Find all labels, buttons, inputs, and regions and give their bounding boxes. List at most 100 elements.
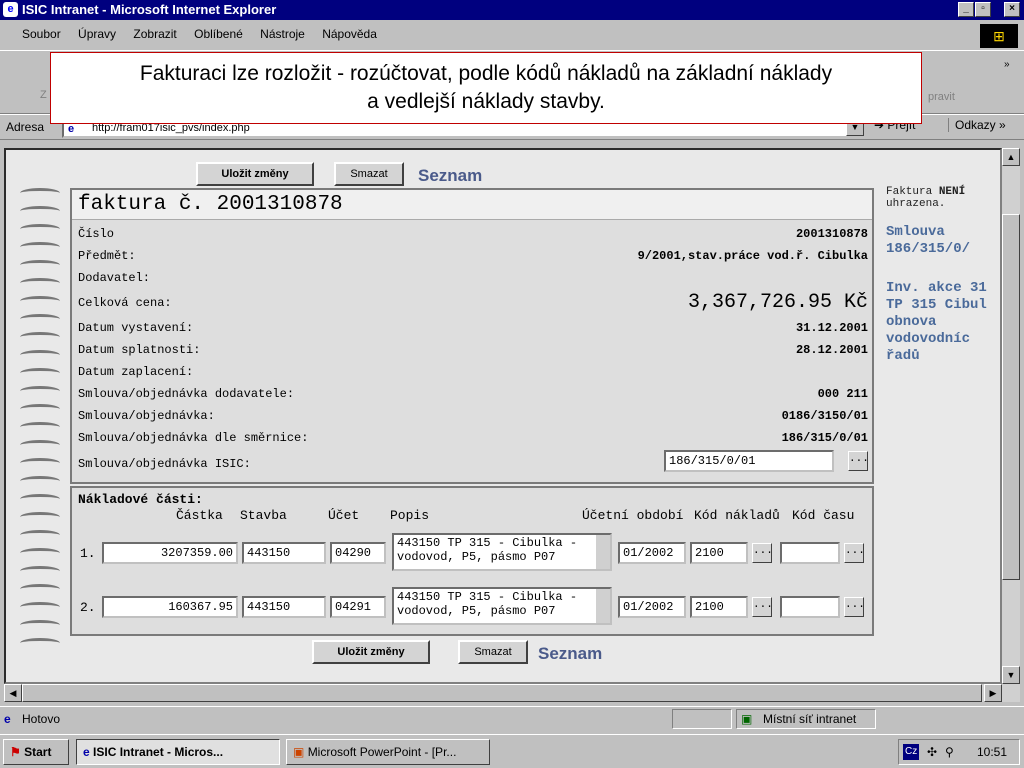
h-scroll-thumb[interactable] — [22, 684, 982, 702]
popis-line-2: vodovod, P5, pásmo P07 — [397, 604, 556, 618]
menu-bar: Soubor Úpravy Zobrazit Oblíbené Nástroje… — [0, 22, 1024, 46]
field-value: 2001310878 — [795, 227, 868, 241]
obdobi-input[interactable]: 01/2002 — [618, 596, 686, 618]
field-label: Celková cena: — [78, 296, 172, 310]
amount-input[interactable]: 160367.95 — [102, 596, 238, 618]
investment-action-link[interactable]: Inv. akce 31 TP 315 Cibul obnova vodovod… — [886, 280, 1000, 365]
language-indicator[interactable]: Cz — [903, 744, 920, 760]
field-row: Datum zaplacení: — [78, 362, 868, 382]
kod-casu-browse-button[interactable]: ... — [844, 543, 865, 563]
menu-nastroje[interactable]: Nástroje — [260, 27, 305, 41]
field-value: 28.12.2001 — [795, 343, 868, 357]
list-link-bottom[interactable]: Seznam — [538, 644, 602, 664]
chevron-right-icon[interactable]: » — [1004, 59, 1010, 70]
ie-task-icon: e — [83, 745, 90, 759]
popis-line-2: vodovod, P5, pásmo P07 — [397, 550, 556, 564]
toolbar-ghost-right: pravit — [928, 91, 955, 103]
kod-nakladu-browse-button[interactable]: ... — [752, 543, 773, 563]
kod-casu-browse-button[interactable]: ... — [844, 597, 865, 617]
window-title: ISIC Intranet - Microsoft Internet Explo… — [22, 2, 277, 17]
kod-casu-input[interactable] — [780, 596, 840, 618]
kod-nakladu-input[interactable]: 2100 — [690, 542, 748, 564]
kod-casu-input[interactable] — [780, 542, 840, 564]
horizontal-scrollbar[interactable]: ◀ ▶ — [4, 684, 1020, 702]
scroll-thumb[interactable] — [1002, 214, 1020, 580]
menu-oblibene[interactable]: Oblíbené — [194, 27, 243, 41]
popis-scrollbar[interactable] — [596, 535, 610, 569]
powerpoint-icon: ▣ — [293, 745, 305, 759]
amount-input[interactable]: 3207359.00 — [102, 542, 238, 564]
links-button[interactable]: Odkazy » — [948, 118, 1006, 132]
menu-upravy[interactable]: Úpravy — [78, 27, 116, 41]
col-header-kod-nakladu: Kód nákladů — [694, 508, 780, 523]
stavba-input[interactable]: 443150 — [242, 596, 326, 618]
scroll-up-icon[interactable]: ▲ — [1002, 148, 1020, 166]
annotation-callout: Fakturaci lze rozložit - rozúčtovat, pod… — [50, 52, 922, 124]
ucet-input[interactable]: 04291 — [330, 596, 386, 618]
field-row: Smlouva/objednávka: 0186/3150/01 — [78, 406, 868, 426]
window-titlebar: e ISIC Intranet - Microsoft Internet Exp… — [0, 0, 1024, 20]
task-powerpoint[interactable]: ▣ Microsoft PowerPoint - [Pr... — [286, 739, 490, 765]
col-header-ucet: Účet — [328, 508, 360, 523]
field-value: 0186/3150/01 — [781, 409, 868, 423]
task-ppt-label: Microsoft PowerPoint - [Pr... — [307, 745, 457, 759]
col-header-obdobi: Účetní období — [582, 508, 684, 523]
isic-contract-browse-button[interactable]: ... — [848, 451, 869, 471]
ucet-input[interactable]: 04290 — [330, 542, 386, 564]
contract-link[interactable]: Smlouva 186/315/0/ — [886, 224, 1000, 258]
isic-contract-input[interactable]: 186/315/0/01 — [664, 450, 834, 472]
scroll-left-icon[interactable]: ◀ — [4, 684, 22, 702]
kod-nakladu-browse-button[interactable]: ... — [752, 597, 773, 617]
cost-row-number: 1. — [80, 546, 96, 561]
field-row: Předmět: 9/2001,stav.práce vod.ř. Cibulka — [78, 246, 868, 266]
field-label: Smlouva/objednávka dodavatele: — [78, 387, 295, 401]
delete-button-top[interactable]: Smazat — [334, 162, 404, 186]
sidebar: Faktura NENÍ uhrazena. Smlouva 186/315/0/… — [886, 186, 1000, 365]
field-label: Číslo — [78, 227, 115, 241]
field-value: 186/315/0/01 — [781, 431, 868, 445]
ie-icon: e — [3, 2, 18, 17]
field-row: Celková cena: 3,367,726.95 Kč — [78, 290, 868, 316]
field-label: Datum zaplacení: — [78, 365, 194, 379]
total-price-value: 3,367,726.95 Kč — [687, 291, 868, 314]
menu-napoveda[interactable]: Nápověda — [322, 27, 377, 41]
minimize-button[interactable]: _ — [958, 2, 974, 17]
menu-soubor[interactable]: Soubor — [22, 27, 61, 41]
popis-textarea[interactable]: 443150 TP 315 - Cibulka - vodovod, P5, p… — [392, 533, 612, 571]
scroll-right-icon[interactable]: ▶ — [984, 684, 1002, 702]
field-row: Datum vystavení: 31.12.2001 — [78, 318, 868, 338]
maximize-button[interactable]: ▫ — [975, 2, 991, 17]
field-label: Dodavatel: — [78, 271, 151, 285]
menu-zobrazit[interactable]: Zobrazit — [133, 27, 176, 41]
taskbar: ⚑ Start e ISIC Intranet - Micros... ▣ Mi… — [0, 734, 1024, 768]
clock[interactable]: 10:51 — [977, 740, 1007, 764]
network-icon[interactable]: ✣ — [927, 740, 937, 764]
col-header-popis: Popis — [390, 508, 430, 523]
vertical-scrollbar[interactable]: ▲ ▼ — [1002, 148, 1020, 684]
save-changes-button-top[interactable]: Uložit změny — [196, 162, 314, 186]
delete-button-bottom[interactable]: Smazat — [458, 640, 528, 664]
task-ie-label: ISIC Intranet - Micros... — [93, 745, 224, 759]
field-label: Smlouva/objednávka dle směrnice: — [78, 431, 309, 445]
links-label: Odkazy — [955, 118, 996, 132]
toolbar-ghost-left: Z — [40, 89, 47, 101]
close-button[interactable]: × — [1004, 2, 1020, 17]
stavba-input[interactable]: 443150 — [242, 542, 326, 564]
save-changes-button-bottom[interactable]: Uložit změny — [312, 640, 430, 664]
obdobi-input[interactable]: 01/2002 — [618, 542, 686, 564]
field-label: Smlouva/objednávka: — [78, 409, 215, 423]
task-ie[interactable]: e ISIC Intranet - Micros... — [76, 739, 280, 765]
kod-nakladu-input[interactable]: 2100 — [690, 596, 748, 618]
payment-status: Faktura NENÍ uhrazena. — [886, 186, 1000, 210]
status-text-2: uhrazena. — [886, 198, 946, 210]
list-link-top[interactable]: Seznam — [418, 166, 482, 186]
callout-line-2: a vedlejší náklady stavby. — [367, 90, 605, 113]
invoice-card: faktura č. 2001310878 Číslo 2001310878 Př… — [70, 188, 874, 484]
popis-textarea[interactable]: 443150 TP 315 - Cibulka - vodovod, P5, p… — [392, 587, 612, 625]
scroll-down-icon[interactable]: ▼ — [1002, 666, 1020, 684]
start-button[interactable]: ⚑ Start — [3, 739, 69, 765]
search-icon[interactable]: ⚲ — [945, 740, 954, 764]
popis-scrollbar[interactable] — [596, 589, 610, 623]
windows-flag-icon: ⚑ — [10, 745, 21, 759]
intranet-zone-icon: ▣ — [741, 712, 753, 726]
